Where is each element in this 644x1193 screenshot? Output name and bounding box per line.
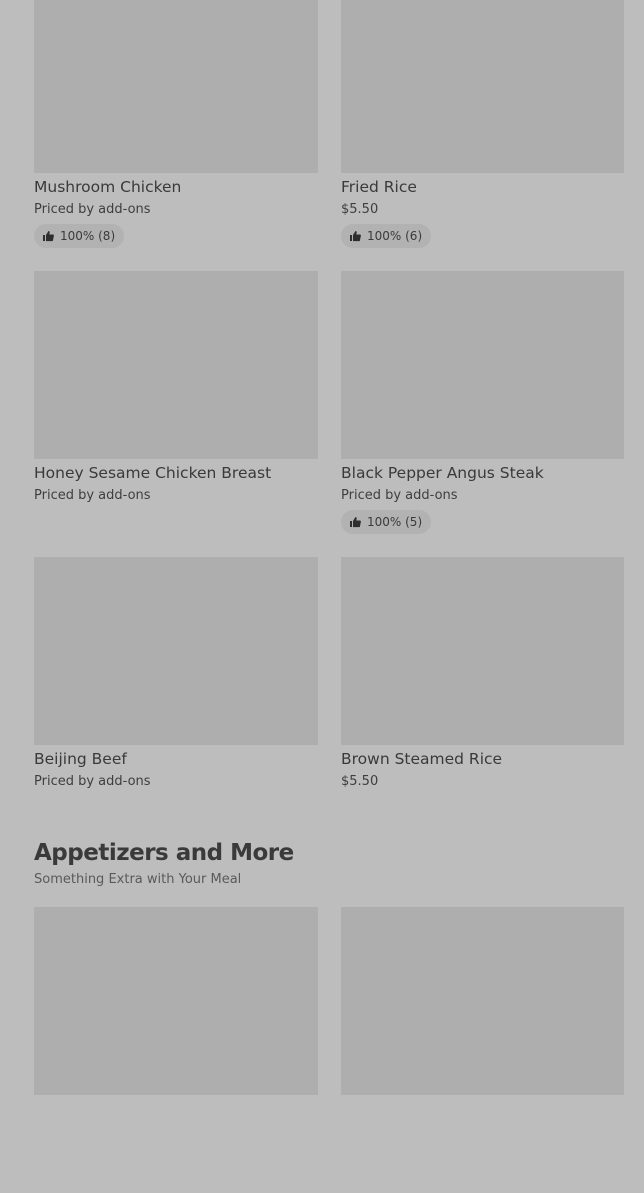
menu-item-image[interactable] (341, 271, 624, 459)
menu-item-card[interactable]: Beijing Beef Priced by add-ons (34, 557, 318, 843)
section-title: Appetizers and More (34, 840, 294, 866)
menu-item-name: Mushroom Chicken (34, 178, 182, 196)
rating-badge: 100% (6) (341, 224, 432, 248)
menu-item-image[interactable] (34, 271, 318, 459)
menu-item-price: Priced by add-ons (34, 488, 151, 503)
rating-badge: 100% (8) (34, 224, 125, 248)
menu-item-name: Black Pepper Angus Steak (341, 464, 544, 482)
menu-item-price: $5.50 (341, 774, 379, 789)
menu-item-price: Priced by add-ons (34, 774, 151, 789)
menu-item-price: Priced by add-ons (341, 488, 458, 503)
menu-item-grid (34, 907, 624, 1193)
rating-text: 100% (8) (60, 229, 116, 243)
menu-item-name: Fried Rice (341, 178, 417, 196)
menu-item-image[interactable] (341, 557, 624, 745)
menu-item-price: $5.50 (341, 202, 379, 217)
menu-item-grid: Beijing Beef Priced by add-ons Brown Ste… (34, 557, 624, 843)
menu-item-name: Honey Sesame Chicken Breast (34, 464, 272, 482)
menu-item-image[interactable] (34, 907, 318, 1095)
menu-item-card[interactable]: Honey Sesame Chicken Breast Priced by ad… (34, 271, 318, 557)
menu-item-image[interactable] (34, 0, 318, 173)
menu-item-card[interactable] (34, 907, 318, 1193)
section-header: Appetizers and More Something Extra with… (34, 838, 294, 887)
rating-badge: 100% (5) (341, 510, 432, 534)
menu-item-card[interactable]: Mushroom Chicken Priced by add-ons 100% … (34, 0, 318, 271)
thumbs-up-icon (350, 231, 361, 242)
menu-item-card[interactable]: Fried Rice $5.50 100% (6) (341, 0, 624, 271)
menu-item-grid: Mushroom Chicken Priced by add-ons 100% … (34, 0, 624, 271)
thumbs-up-icon (43, 231, 54, 242)
section-subtitle: Something Extra with Your Meal (34, 872, 242, 887)
menu-item-price: Priced by add-ons (34, 202, 151, 217)
menu-item-name: Brown Steamed Rice (341, 750, 503, 768)
menu-item-card[interactable]: Black Pepper Angus Steak Priced by add-o… (341, 271, 624, 557)
menu-item-card[interactable]: Brown Steamed Rice $5.50 (341, 557, 624, 843)
menu-item-card[interactable] (341, 907, 624, 1193)
rating-text: 100% (6) (367, 229, 423, 243)
menu-item-image[interactable] (34, 557, 318, 745)
menu-item-name: Beijing Beef (34, 750, 127, 768)
menu-item-image[interactable] (341, 0, 624, 173)
thumbs-up-icon (350, 517, 361, 528)
rating-text: 100% (5) (367, 515, 423, 529)
menu-item-grid: Honey Sesame Chicken Breast Priced by ad… (34, 271, 624, 557)
menu-item-image[interactable] (341, 907, 624, 1095)
